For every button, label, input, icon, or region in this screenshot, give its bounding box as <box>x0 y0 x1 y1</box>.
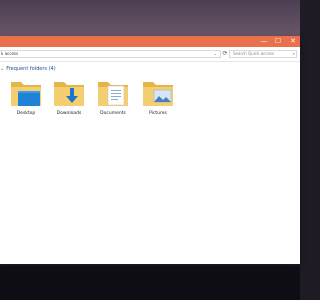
frequent-folders-header[interactable]: ⌄ Frequent folders (4) <box>0 65 56 73</box>
minimize-button[interactable]: — <box>257 36 271 47</box>
folder-item-documents[interactable]: Documents <box>92 78 134 128</box>
maximize-button[interactable]: ☐ <box>271 36 285 47</box>
desktop-folder-icon <box>11 82 41 106</box>
taskbar <box>0 266 300 300</box>
folder-label: Pictures <box>149 111 167 116</box>
content-pane: ⌄Frequent folders (4) Desktop Downloads <box>0 61 300 264</box>
chevron-down-icon[interactable]: ⌄ <box>214 51 217 57</box>
section-title: Frequent folders (4) <box>6 66 56 72</box>
address-bar: k access ⌄ ⟳ Search Quick access ⌕ <box>0 47 300 62</box>
folder-label: Desktop <box>16 111 36 116</box>
refresh-icon[interactable]: ⟳ <box>221 50 229 58</box>
search-icon: ⌕ <box>292 51 295 56</box>
folder-label: Documents <box>100 111 126 116</box>
file-explorer-window: — ☐ ✕ k access ⌄ ⟳ Search Quick access ⌕… <box>0 36 300 264</box>
folder-item-downloads[interactable]: Downloads <box>48 78 90 128</box>
downloads-folder-icon <box>54 82 84 106</box>
address-path-text: k access <box>1 51 19 56</box>
search-placeholder: Search Quick access <box>233 51 275 56</box>
chevron-down-icon: ⌄ <box>0 66 5 72</box>
folder-item-pictures[interactable]: Pictures <box>137 78 179 128</box>
title-bar[interactable]: — ☐ ✕ <box>0 36 300 47</box>
documents-folder-icon <box>98 82 128 106</box>
pictures-folder-icon <box>143 82 173 106</box>
close-button[interactable]: ✕ <box>286 36 300 47</box>
folder-item-desktop[interactable]: Desktop <box>5 78 47 128</box>
search-input[interactable]: Search Quick access ⌕ <box>229 50 297 58</box>
folder-label: Downloads <box>56 111 82 116</box>
address-field[interactable]: k access ⌄ <box>0 50 221 58</box>
